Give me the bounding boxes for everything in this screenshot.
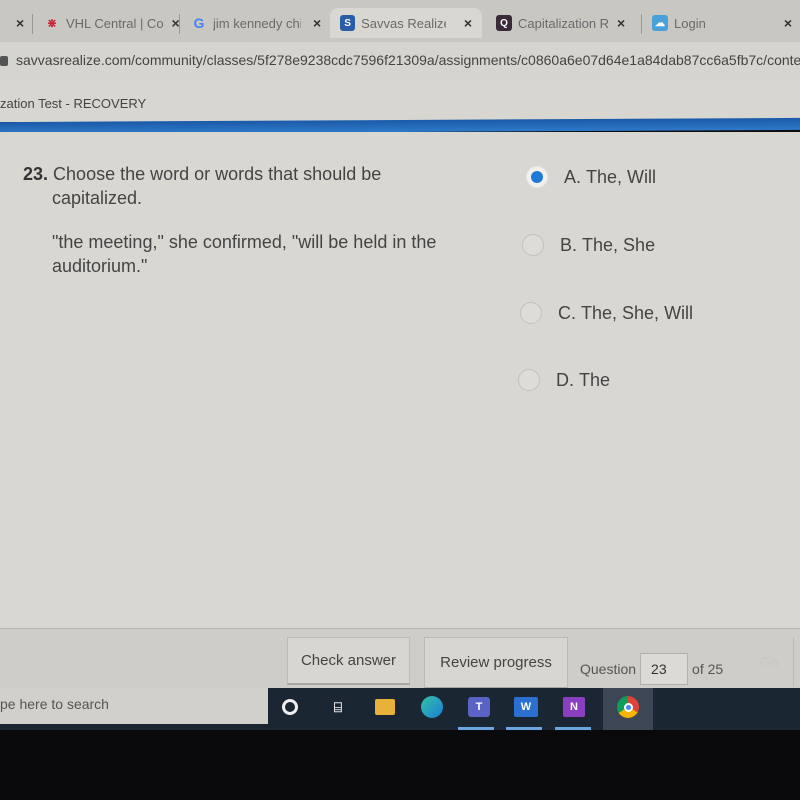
go-button[interactable]: Go <box>746 637 794 687</box>
radio-unselected[interactable] <box>520 302 542 324</box>
address-bar[interactable]: savvasrealize.com/community/classes/5f27… <box>0 42 800 80</box>
page-header: zation Test - RECOVERY <box>0 80 800 122</box>
tab-separator <box>32 14 33 34</box>
onenote-icon[interactable]: N <box>562 695 586 719</box>
chrome-icon[interactable] <box>616 695 640 719</box>
tab-google-search[interactable]: G jim kennedy chil × <box>191 8 322 38</box>
taskbar-search-input[interactable]: pe here to search <box>0 688 268 724</box>
radio-selected[interactable] <box>526 166 548 188</box>
check-answer-button[interactable]: Check answer <box>287 637 410 685</box>
vhl-logo-icon: ⋇ <box>46 16 58 30</box>
tab-label: jim kennedy chil <box>213 15 301 31</box>
close-tab-icon[interactable]: × <box>464 15 472 31</box>
question-total: of 25 <box>692 661 724 677</box>
question-number: 23. <box>23 164 49 184</box>
tab-label: VHL Central | Co <box>66 15 164 31</box>
option-text: The, Will <box>586 166 657 187</box>
tab-label: Login <box>674 15 706 31</box>
option-letter: D. <box>556 369 574 390</box>
page-title: zation Test - RECOVERY <box>0 96 147 111</box>
question-prompt-line1: "the meeting," she confirmed, "will be h… <box>52 232 437 252</box>
task-view-icon[interactable]: ⌸ <box>326 695 350 719</box>
tab-savvas-realize[interactable]: S Savvas Realize × <box>330 8 482 38</box>
cortana-icon[interactable] <box>278 695 302 719</box>
tab-label: Capitalization R <box>518 15 610 31</box>
tab-login[interactable]: ☁ Login × <box>652 8 792 38</box>
question-prompt-line2: auditorium." <box>52 256 148 276</box>
browser-tab-strip: × ⋇ VHL Central | Co × G jim kennedy chi… <box>0 0 800 42</box>
assessment-toolbar: Check answer Review progress Question of… <box>0 628 800 689</box>
question-navigator: Question of 25 <box>580 653 723 685</box>
screen: × ⋇ VHL Central | Co × G jim kennedy chi… <box>0 0 800 800</box>
close-tab-icon[interactable]: × <box>784 15 792 31</box>
radio-unselected[interactable] <box>518 369 540 391</box>
windows-taskbar: pe here to search ⌸ T W N <box>0 688 800 730</box>
option-d[interactable]: D. The <box>518 369 610 391</box>
quizlet-icon: Q <box>496 15 512 31</box>
option-a[interactable]: A. The, Will <box>526 166 656 188</box>
option-text: The <box>579 369 611 390</box>
tab-vhl-central[interactable]: ⋇ VHL Central | Co × <box>44 8 180 38</box>
option-b[interactable]: B. The, She <box>522 234 655 256</box>
google-icon: G <box>193 15 205 31</box>
review-progress-button[interactable]: Review progress <box>424 637 568 689</box>
question-text-line1: Choose the word or words that should be <box>53 164 382 184</box>
cloud-icon: ☁ <box>652 15 668 31</box>
option-letter: A. <box>564 166 582 187</box>
close-tab-icon[interactable]: × <box>313 15 321 31</box>
edge-icon[interactable] <box>420 695 444 719</box>
tab-separator <box>179 14 180 34</box>
word-icon[interactable]: W <box>514 695 538 719</box>
question-text-line2: capitalized. <box>52 188 143 208</box>
question-number-input[interactable] <box>640 653 689 685</box>
tab-capitalization[interactable]: Q Capitalization R × <box>496 8 625 38</box>
close-tab-icon[interactable]: × <box>617 15 625 31</box>
option-c[interactable]: C. The, She, Will <box>520 302 693 324</box>
option-text: The, She <box>582 234 656 255</box>
tab-separator <box>641 14 642 34</box>
savvas-icon: S <box>340 15 356 31</box>
teams-icon[interactable]: T <box>467 695 491 719</box>
question-panel: 23. Choose the word or words that should… <box>0 132 800 632</box>
tab-unnamed[interactable]: × <box>8 8 24 38</box>
option-letter: B. <box>560 234 578 255</box>
tab-label: Savvas Realize <box>361 15 446 31</box>
file-explorer-icon[interactable] <box>373 695 397 719</box>
monitor-bezel <box>0 730 800 800</box>
url-text[interactable]: savvasrealize.com/community/classes/5f27… <box>16 52 800 68</box>
option-text: The, She, Will <box>581 302 694 323</box>
question-block: 23. Choose the word or words that should… <box>23 162 463 278</box>
option-letter: C. <box>558 302 576 323</box>
question-label: Question <box>580 661 637 677</box>
lock-icon <box>0 56 8 66</box>
radio-unselected[interactable] <box>522 234 544 256</box>
close-tab-icon[interactable]: × <box>16 15 24 31</box>
